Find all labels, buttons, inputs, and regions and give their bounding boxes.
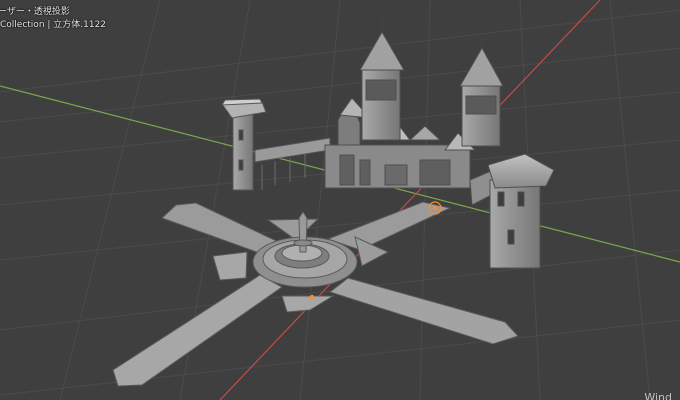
plaza-cross[interactable]	[112, 201, 519, 387]
3d-viewport[interactable]: ーザー・透視投影 Collection | 立方体.1122 Wind	[0, 0, 680, 400]
viewport-info: ーザー・透視投影 Collection | 立方体.1122	[0, 6, 106, 32]
scene-canvas[interactable]	[0, 0, 680, 400]
bridge-wall	[254, 137, 331, 190]
activation-watermark: Wind	[644, 391, 672, 400]
left-tower[interactable]	[221, 98, 267, 191]
origin-marker[interactable]	[309, 294, 315, 300]
x-axis-line	[219, 0, 601, 400]
castle-main[interactable]	[324, 18, 504, 189]
active-collection-label: Collection | 立方体.1122	[0, 20, 107, 30]
view-mode-label: ーザー・透視投影	[0, 7, 70, 17]
floor-grid	[0, 0, 680, 400]
